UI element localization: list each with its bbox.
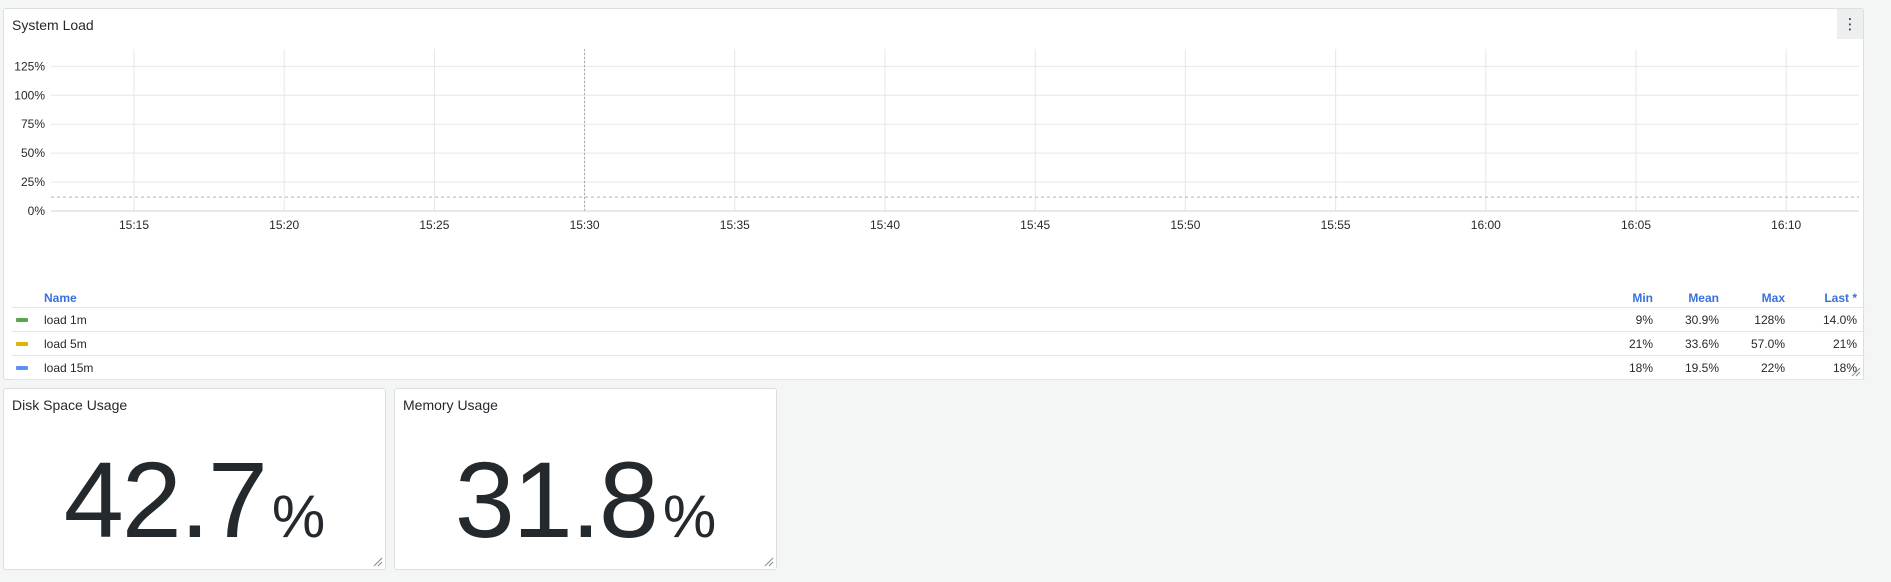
panel-title: Memory Usage [403, 397, 498, 413]
legend-row[interactable]: load 15m 18% 19.5% 22% 18% [12, 356, 1865, 380]
x-tick-label: 15:50 [1170, 218, 1200, 232]
x-tick-label: 15:30 [570, 218, 600, 232]
x-tick-label: 15:35 [720, 218, 750, 232]
legend-row-max: 22% [1760, 360, 1785, 375]
panel-title: Disk Space Usage [12, 397, 128, 413]
system-load-panel: System Load ⋮ 0% 25% 50% 75% 100% 125% 15:15 15… [3, 8, 1865, 380]
x-tick-label: 16:05 [1621, 218, 1651, 232]
system-load-chart[interactable]: 0% 25% 50% 75% 100% 125% 15:15 15:20 15:25 15:30 1… [4, 9, 1865, 289]
legend-row-min: 18% [1628, 360, 1653, 375]
legend-row[interactable]: load 5m 21% 33.6% 57.0% 21% [12, 332, 1865, 356]
legend-row-last: 14.0% [1822, 312, 1857, 327]
stat-unit: % [271, 483, 326, 550]
chart-legend: Name Min Mean Max Last * load 1m 9% 30.9… [12, 288, 1865, 380]
legend-row-mean: 33.6% [1684, 336, 1719, 351]
resize-handle-icon[interactable] [764, 557, 774, 567]
legend-header-max[interactable]: Max [1719, 291, 1785, 305]
legend-row-name[interactable]: load 15m [44, 361, 93, 375]
stat-number: 42.7 [63, 439, 268, 560]
legend-header-min[interactable]: Min [1587, 291, 1653, 305]
legend-row-name[interactable]: load 5m [44, 337, 87, 351]
stat-unit: % [662, 483, 717, 550]
disk-space-panel: Disk Space Usage 42.7% [3, 388, 386, 570]
legend-row-last: 21% [1832, 336, 1857, 351]
legend-row-min: 21% [1628, 336, 1653, 351]
x-tick-label: 15:55 [1321, 218, 1351, 232]
legend-row-name[interactable]: load 1m [44, 313, 87, 327]
legend-swatch-load-15m [16, 365, 28, 370]
legend-row-mean: 30.9% [1684, 312, 1719, 327]
y-tick-label: 75% [21, 117, 45, 131]
stat-value: 31.8% [395, 437, 776, 562]
x-tick-label: 16:00 [1471, 218, 1501, 232]
legend-header: Name Min Mean Max Last * [12, 288, 1865, 308]
y-tick-label: 25% [21, 175, 45, 189]
y-tick-label: 0% [28, 204, 46, 218]
legend-swatch-load-5m [16, 341, 28, 346]
y-tick-label: 50% [21, 146, 45, 160]
x-tick-label: 16:10 [1771, 218, 1801, 232]
resize-handle-icon[interactable] [373, 557, 383, 567]
legend-header-mean[interactable]: Mean [1653, 291, 1719, 305]
y-tick-label: 100% [14, 88, 45, 102]
x-tick-label: 15:25 [419, 218, 449, 232]
x-tick-label: 15:45 [1020, 218, 1050, 232]
x-tick-label: 15:15 [119, 218, 149, 232]
legend-header-last[interactable]: Last * [1785, 291, 1865, 305]
legend-header-name[interactable]: Name [12, 291, 1587, 305]
memory-panel: Memory Usage 31.8% [394, 388, 777, 570]
legend-row-max: 57.0% [1750, 336, 1785, 351]
legend-row-max: 128% [1754, 312, 1785, 327]
stat-number: 31.8 [454, 439, 659, 560]
resize-handle-icon[interactable] [1851, 367, 1861, 377]
legend-swatch-load-1m [16, 317, 28, 322]
x-tick-label: 15:40 [870, 218, 900, 232]
legend-row-min: 9% [1635, 312, 1653, 327]
stat-value: 42.7% [4, 437, 385, 562]
y-tick-label: 125% [14, 59, 45, 73]
legend-row[interactable]: load 1m 9% 30.9% 128% 14.0% [12, 308, 1865, 332]
legend-row-mean: 19.5% [1684, 360, 1719, 375]
x-tick-label: 15:20 [269, 218, 299, 232]
